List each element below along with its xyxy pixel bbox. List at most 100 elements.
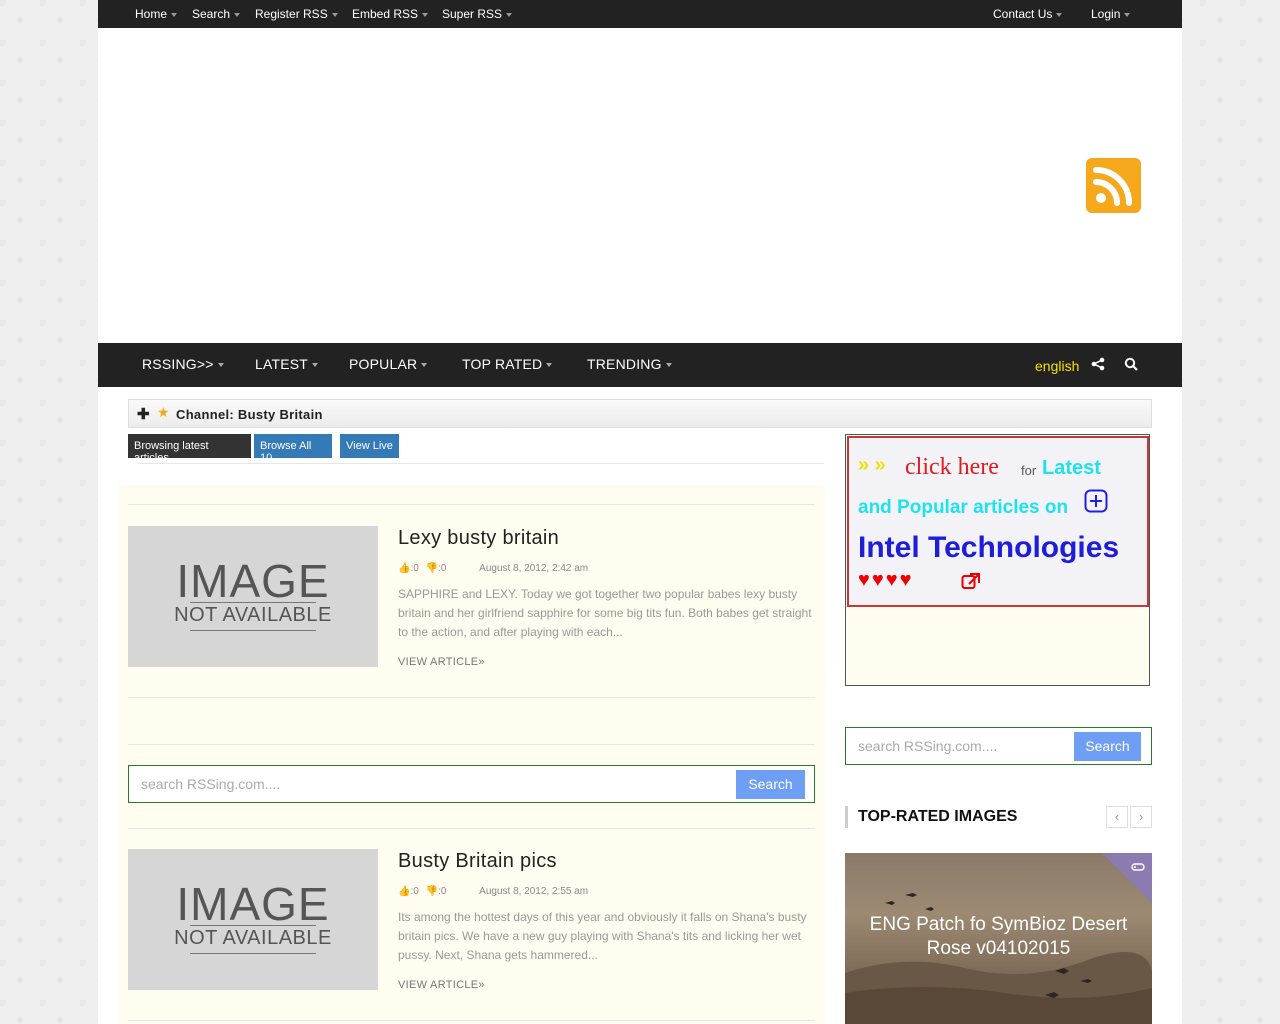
heart-icons: ♥♥♥♥	[858, 569, 914, 591]
thumb-text-bottom: NOT AVAILABLE	[174, 604, 332, 626]
caret-down-icon	[331, 12, 338, 17]
view-article-link[interactable]: VIEW ARTICLE»	[398, 656, 485, 668]
menu-trending[interactable]: TRENDING	[587, 356, 672, 372]
article-title[interactable]: Lexy busty britain	[398, 527, 559, 550]
view-article-link[interactable]: VIEW ARTICLE»	[398, 979, 485, 991]
nav-login-label: Login	[1091, 7, 1121, 21]
menu-top-rated[interactable]: TOP RATED	[462, 356, 553, 372]
menu-latest[interactable]: LATEST	[255, 356, 319, 372]
thumbs-down-icon[interactable]: 👎	[426, 886, 438, 897]
top-rated-image-card[interactable]: ENG Patch fo SymBioz Desert Rose v041020…	[845, 853, 1152, 1024]
nav-super-rss[interactable]: Super RSS	[442, 7, 513, 21]
menu-trending-label: TRENDING	[587, 356, 662, 372]
article-excerpt: SAPPHIRE and LEXY. Today we got together…	[398, 587, 812, 639]
promo-box[interactable]: » » click here for Latest and Popular ar…	[845, 434, 1150, 686]
caret-down-icon	[171, 12, 178, 17]
double-chevron-right-icon: »	[478, 979, 485, 991]
thumb-rule	[190, 602, 316, 603]
caret-down-icon	[312, 363, 319, 368]
nav-embed-rss[interactable]: Embed RSS	[352, 7, 429, 21]
nav-embed-rss-label: Embed RSS	[352, 7, 419, 21]
promo-topic[interactable]: Intel Technologies	[858, 531, 1119, 565]
search-button[interactable]: Search	[736, 770, 805, 799]
top-rated-images-title: TOP-RATED IMAGES	[845, 806, 1017, 828]
article-thumbnail[interactable]: IMAGE NOT AVAILABLE	[128, 526, 378, 667]
menu-top-rated-label: TOP RATED	[462, 356, 543, 372]
thumb-rule	[190, 953, 316, 954]
divider	[128, 828, 815, 829]
carousel-prev-button[interactable]: ‹	[1106, 806, 1128, 828]
tab-view-live[interactable]: View Live	[340, 434, 399, 458]
dislike-count: :0	[438, 563, 447, 574]
chevron-right-icon: ›	[1138, 809, 1144, 824]
nav-home-label: Home	[135, 7, 168, 21]
nav-register-rss[interactable]: Register RSS	[255, 7, 338, 21]
plus-icon[interactable]: ✚	[137, 405, 150, 423]
menu-rssing[interactable]: RSSING>>	[142, 356, 224, 372]
page: Home Search Register RSS Embed RSS Super…	[98, 0, 1182, 1024]
channel-title: Channel: Busty Britain	[176, 407, 323, 422]
top-navbar: Home Search Register RSS Embed RSS Super…	[98, 0, 1182, 28]
thumb-rule	[190, 925, 316, 926]
double-chevron-right-icon: » »	[858, 454, 886, 476]
carousel-next-button[interactable]: ›	[1130, 806, 1152, 828]
promo-for: for	[1021, 463, 1037, 478]
tab-browsing-latest[interactable]: Browsing latest articles	[128, 434, 251, 464]
divider	[138, 463, 824, 464]
caret-down-icon	[422, 12, 429, 17]
menu-popular-label: POPULAR	[349, 356, 418, 372]
nav-search-label: Search	[192, 7, 231, 21]
nav-home[interactable]: Home	[135, 7, 178, 21]
article-thumbnail[interactable]: IMAGE NOT AVAILABLE	[128, 849, 378, 990]
tab-browse-all[interactable]: Browse All 10	[254, 434, 332, 464]
article-date: August 8, 2012, 2:42 am	[479, 563, 589, 574]
menu-latest-label: LATEST	[255, 356, 309, 372]
article-title[interactable]: Busty Britain pics	[398, 850, 557, 873]
sidebar-search-form: search RSSing.com.... Search	[845, 727, 1152, 765]
nav-contact-label: Contact Us	[993, 7, 1053, 21]
divider	[128, 504, 815, 505]
divider	[128, 697, 815, 698]
thumbs-down-icon[interactable]: 👎	[426, 563, 438, 574]
search-icon[interactable]	[1124, 357, 1138, 376]
nav-contact-us[interactable]: Contact Us	[993, 7, 1063, 21]
nav-login[interactable]: Login	[1091, 7, 1131, 21]
caret-down-icon	[421, 363, 428, 368]
thumbs-up-icon[interactable]: 👍	[398, 563, 410, 574]
double-chevron-right-icon: »	[478, 656, 485, 668]
category-corner-badge	[1102, 853, 1152, 903]
caret-down-icon	[1056, 12, 1063, 17]
promo-click-here[interactable]: click here	[905, 454, 999, 481]
language-selector[interactable]: english	[1035, 358, 1079, 374]
sidebar-search-button[interactable]: Search	[1074, 732, 1141, 761]
share-icon[interactable]	[1091, 357, 1105, 376]
article-meta: 👍:0 👎:0 August 8, 2012, 2:55 am	[398, 886, 588, 897]
divider	[128, 744, 815, 745]
sidebar-search-input[interactable]: search RSSing.com....	[858, 738, 997, 754]
promo-banner[interactable]: » » click here for Latest and Popular ar…	[847, 436, 1149, 607]
thumb-text-top: IMAGE	[176, 878, 330, 930]
star-icon[interactable]: ★	[157, 404, 170, 421]
caret-down-icon	[665, 363, 672, 368]
nav-super-rss-label: Super RSS	[442, 7, 503, 21]
image-caption[interactable]: ENG Patch fo SymBioz Desert Rose v041020…	[855, 913, 1142, 961]
gamepad-icon	[1131, 862, 1145, 875]
external-link-icon[interactable]	[961, 572, 981, 595]
divider	[128, 1020, 815, 1021]
article-date: August 8, 2012, 2:55 am	[479, 886, 589, 897]
menu-rssing-label: RSSING>>	[142, 356, 214, 372]
thumbs-up-icon[interactable]: 👍	[398, 886, 410, 897]
plus-square-icon	[1084, 489, 1108, 518]
nav-register-rss-label: Register RSS	[255, 7, 328, 21]
search-input[interactable]: search RSSing.com....	[141, 776, 280, 792]
menu-popular[interactable]: POPULAR	[349, 356, 428, 372]
like-count: :0	[410, 563, 419, 574]
caret-down-icon	[506, 12, 513, 17]
caret-down-icon	[546, 363, 553, 368]
rss-logo-icon[interactable]	[1086, 158, 1141, 213]
like-count: :0	[410, 886, 419, 897]
chevron-left-icon: ‹	[1114, 809, 1120, 824]
nav-search[interactable]: Search	[192, 7, 241, 21]
thumb-text-top: IMAGE	[176, 555, 330, 607]
view-article-label: VIEW ARTICLE	[398, 979, 479, 991]
